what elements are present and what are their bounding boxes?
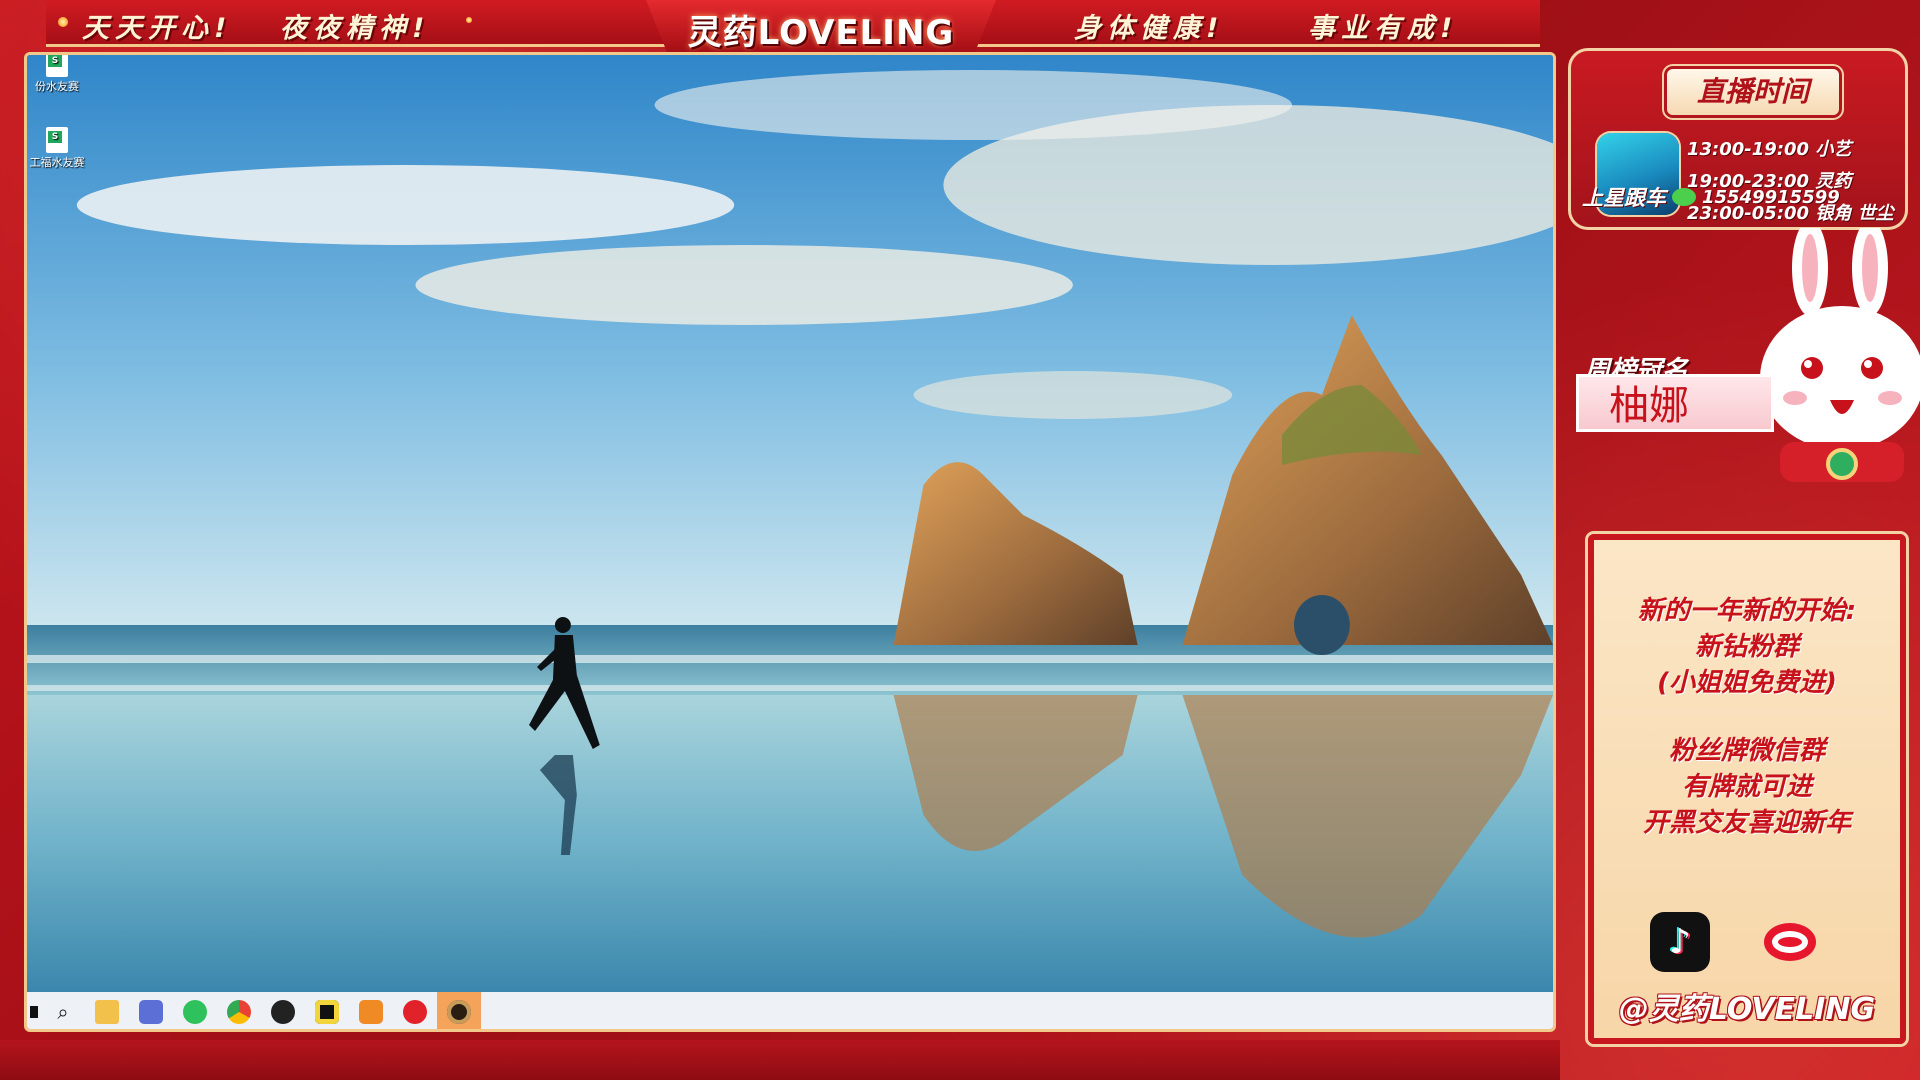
obs-active-icon bbox=[447, 1000, 471, 1024]
windows-start-icon bbox=[30, 1006, 38, 1018]
schedule-line-1: 13:00-19:00 小艺 bbox=[1687, 139, 1852, 160]
wechat-app-icon bbox=[183, 1000, 207, 1024]
taskbar-obs[interactable] bbox=[261, 992, 305, 1029]
desktop-icon-spreadsheet-1[interactable]: 份水友赛 bbox=[27, 55, 87, 93]
notice-line-1: 新的一年新的开始: bbox=[1637, 596, 1857, 626]
social-handle: @灵药LOVELING bbox=[1618, 992, 1876, 1027]
obs-studio-icon bbox=[271, 1000, 295, 1024]
rabbit-mascot-icon bbox=[1760, 228, 1920, 482]
top-banner: 天天开心! 夜夜精神! 灵药LOVELING 身体健康! 事业有成! bbox=[46, 0, 1540, 61]
weekly-top-name: 柚娜 bbox=[1576, 374, 1774, 432]
taskbar-file-explorer[interactable] bbox=[85, 992, 129, 1029]
beach-wallpaper bbox=[27, 55, 1553, 995]
taskbar-obs-active[interactable] bbox=[437, 992, 481, 1029]
notice-line-5: 有牌就可进 bbox=[1681, 772, 1812, 802]
banner-slogan-left-2: 夜夜精神! bbox=[280, 13, 431, 44]
bottom-frame-strip bbox=[0, 1040, 1560, 1080]
chrome-browser-icon bbox=[227, 1000, 251, 1024]
banner-logo-text: 灵药LOVELING bbox=[687, 12, 955, 53]
wechat-icon bbox=[1672, 188, 1696, 206]
spreadsheet-file-icon bbox=[46, 127, 68, 153]
sparkle-dot-icon bbox=[466, 17, 472, 23]
banner-slogan-right-1: 身体健康! bbox=[1074, 13, 1225, 44]
notice-line-3: (小姐姐免费进) bbox=[1657, 668, 1837, 698]
taskbar-orange-app[interactable] bbox=[349, 992, 393, 1029]
schedule-title: 直播时间 bbox=[1667, 69, 1839, 115]
taskbar-game-app[interactable] bbox=[129, 992, 173, 1029]
desktop-icon-label: 份水友赛 bbox=[35, 80, 79, 93]
right-info-panel: 直播时间 13:00-19:00 小艺 19:00-23:00 灵药 23:00… bbox=[1560, 0, 1920, 1080]
taskbar-chrome[interactable] bbox=[217, 992, 261, 1029]
taskbar-yellow-app[interactable] bbox=[305, 992, 349, 1029]
notice-line-4: 粉丝牌微信群 bbox=[1668, 736, 1825, 766]
netease-music-icon bbox=[403, 1000, 427, 1024]
desktop-capture: 份水友赛 工福水友赛 ⌕ bbox=[24, 52, 1556, 1032]
search-icon: ⌕ bbox=[57, 1000, 69, 1024]
fan-group-notice: 新的一年新的开始: 新钻粉群 (小姐姐免费进) 粉丝牌微信群 有牌就可进 开黑交… bbox=[1588, 534, 1906, 1044]
follow-contact-line: 上星跟车 15549915599 bbox=[1582, 182, 1840, 212]
banner-slogan-left-1: 天天开心! bbox=[82, 13, 233, 44]
file-explorer-icon bbox=[95, 1000, 119, 1024]
lantern-dot-icon bbox=[58, 17, 68, 27]
follow-label: 上星跟车 bbox=[1582, 186, 1666, 210]
wechat-id: 15549915599 bbox=[1702, 186, 1840, 208]
taskbar-wechat[interactable] bbox=[173, 992, 217, 1029]
douyin-tiktok-icon: ♪ bbox=[1650, 912, 1710, 972]
notice-line-6: 开黑交友喜迎新年 bbox=[1642, 808, 1851, 838]
windows-start-button[interactable] bbox=[27, 992, 41, 1029]
yellow-app-icon bbox=[315, 1000, 339, 1024]
taskbar-netease-music[interactable] bbox=[393, 992, 437, 1029]
notice-line-2: 新钻粉群 bbox=[1694, 632, 1799, 662]
game-controller-app-icon bbox=[139, 1000, 163, 1024]
spreadsheet-file-icon bbox=[46, 55, 68, 77]
banner-slogan-right-2: 事业有成! bbox=[1308, 13, 1459, 44]
orange-app-icon bbox=[359, 1000, 383, 1024]
taskbar-search-button[interactable]: ⌕ bbox=[41, 992, 85, 1029]
weibo-icon bbox=[1760, 912, 1820, 972]
desktop-icon-spreadsheet-2[interactable]: 工福水友赛 bbox=[27, 127, 87, 169]
desktop-icon-label: 工福水友赛 bbox=[29, 156, 85, 169]
windows-taskbar: ⌕ bbox=[27, 992, 1553, 1029]
